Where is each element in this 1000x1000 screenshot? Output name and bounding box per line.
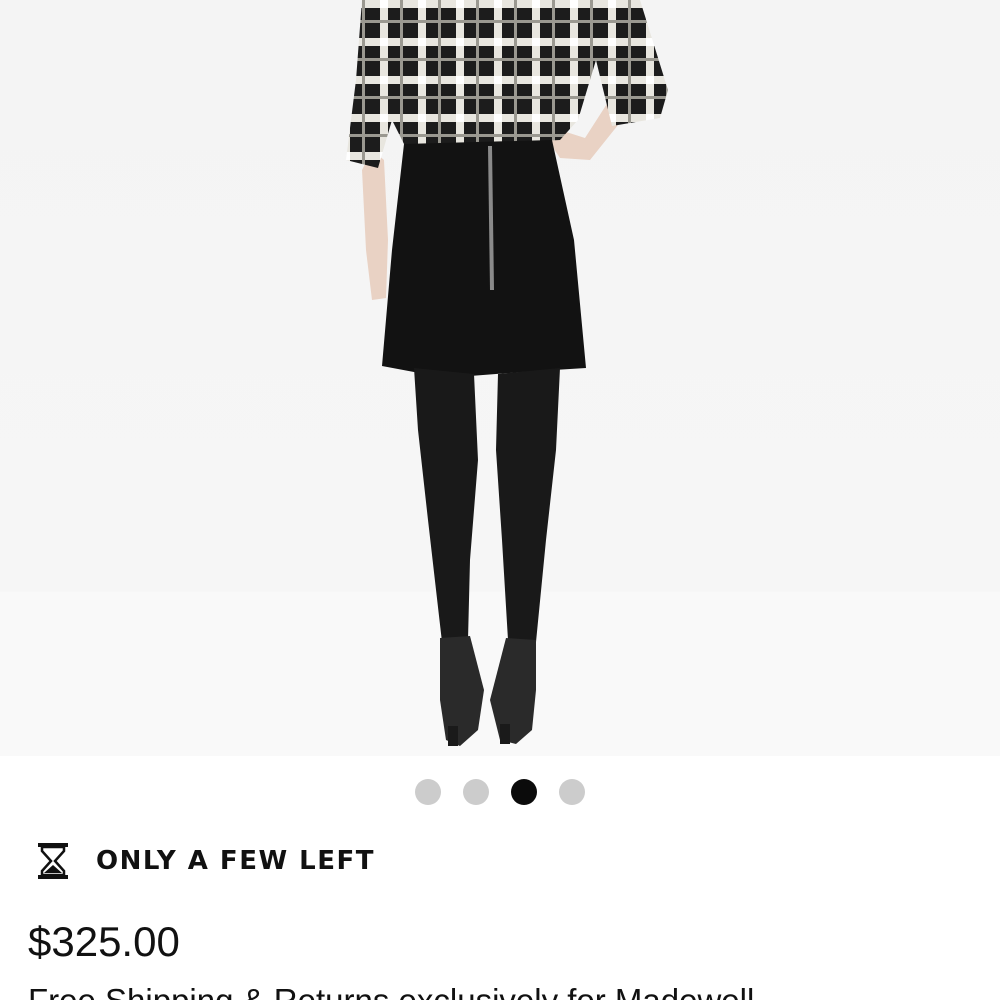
- stock-status-label: ONLY A FEW LEFT: [96, 846, 376, 876]
- carousel-dot-4[interactable]: [559, 779, 585, 805]
- stock-status: ONLY A FEW LEFT: [34, 840, 375, 882]
- carousel-dot-2[interactable]: [463, 779, 489, 805]
- hourglass-icon: [38, 843, 68, 879]
- carousel-dot-1[interactable]: [415, 779, 441, 805]
- product-image[interactable]: [0, 0, 1000, 756]
- carousel-pagination: [0, 779, 1000, 805]
- carousel-dot-3-active[interactable]: [511, 779, 537, 805]
- product-price: $325.00: [28, 918, 180, 965]
- product-photo: [0, 0, 1000, 756]
- shipping-note: Free Shipping & Returns exclusively for …: [28, 982, 754, 1000]
